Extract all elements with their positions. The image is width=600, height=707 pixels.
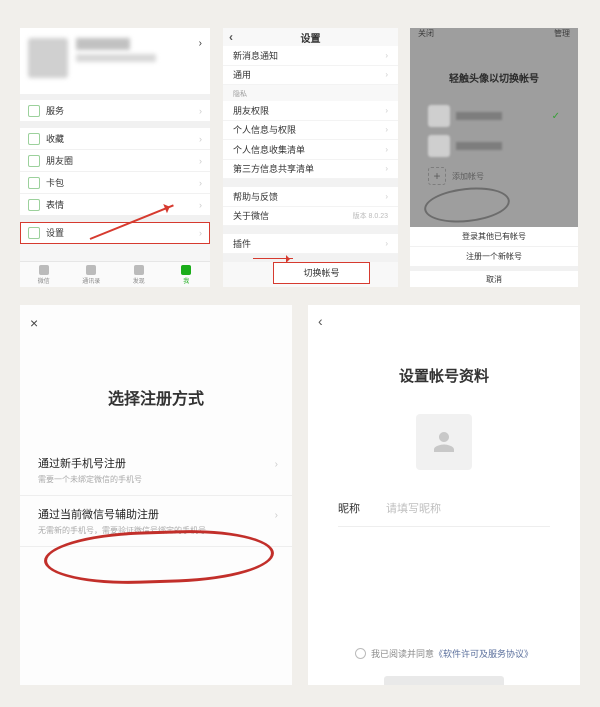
next-button[interactable]: 下一步 [384,676,504,685]
avatar [428,105,450,127]
action-sheet: 登录其他已有帐号 注册一个新帐号 取消 [410,227,578,287]
row-collect-list[interactable]: 个人信息收集清单› [223,140,398,160]
chevron-right-icon: › [199,134,202,144]
me-row-favorites[interactable]: 收藏 › [20,128,210,150]
nickname-label: 昵称 [338,500,386,516]
me-row-moments[interactable]: 朋友圈 › [20,150,210,172]
close-button[interactable]: 关闭 [418,28,434,44]
annotation-arrow [253,258,293,259]
me-row-stickers[interactable]: 表情 › [20,194,210,216]
avatar [428,135,450,157]
check-icon: ✓ [552,111,560,122]
person-icon [429,427,459,457]
register-title: 选择注册方式 [20,385,292,409]
discover-icon [134,265,144,275]
set-profile-screen: ‹ 设置帐号资料 昵称 请填写昵称 我已阅读并同意 《软件许可及服务协议》 下一… [308,305,580,685]
profile-header[interactable]: › [20,28,210,94]
label: 收藏 [46,132,64,145]
sheet-login-other[interactable]: 登录其他已有帐号 [410,227,578,247]
switch-title: 轻触头像以切换帐号 [410,70,578,85]
sheet-cancel[interactable]: 取消 [410,267,578,287]
row-friend-perm[interactable]: 朋友权限› [223,101,398,121]
tab-bar: 微信 通讯录 发现 我 [20,261,210,287]
chevron-right-icon: › [199,106,202,116]
row-about[interactable]: 关于微信版本 8.0.23 [223,207,398,227]
label: 表情 [46,198,64,211]
register-method-screen: × 选择注册方式 通过新手机号注册 需要一个未绑定微信的手机号 › 通过当前微信… [20,305,292,685]
switch-account-screen: 关闭 管理 轻触头像以切换帐号 ✓ + 添加帐号 登录其他已有帐号 注册一个新帐… [410,28,578,287]
chevron-right-icon: › [199,178,202,188]
option-subtitle: 需要一个未绑定微信的手机号 [38,474,274,485]
settings-header: ‹ 设置 [223,28,398,46]
label: 卡包 [46,176,64,189]
agreement-row[interactable]: 我已阅读并同意 《软件许可及服务协议》 [308,647,580,660]
label: 服务 [46,104,64,117]
me-row-cards[interactable]: 卡包 › [20,172,210,194]
stickers-icon [28,199,40,211]
back-icon[interactable]: ‹ [229,30,233,44]
chevron-right-icon: › [199,228,202,238]
account-item[interactable] [428,133,560,159]
chevron-right-icon: › [199,38,202,49]
profile-name-blur [76,38,130,50]
row-privacy[interactable]: 个人信息与权限› [223,121,398,141]
profile-name-block [76,38,199,62]
tab-discover[interactable]: 发现 [115,262,163,287]
account-name-blur [456,112,502,120]
chat-icon [39,265,49,275]
add-account-row[interactable]: + 添加帐号 [428,165,560,187]
agreement-checkbox[interactable] [355,648,366,659]
option-title: 通过新手机号注册 [38,455,274,471]
cards-icon [28,177,40,189]
chevron-right-icon: › [275,459,278,470]
gear-icon [28,227,40,239]
chevron-right-icon: › [199,156,202,166]
manage-button[interactable]: 管理 [554,28,570,44]
register-by-phone[interactable]: 通过新手机号注册 需要一个未绑定微信的手机号 › [20,445,292,496]
account-item[interactable]: ✓ [428,103,560,129]
settings-screen: ‹ 设置 新消息通知› 通用› 隐私 朋友权限› 个人信息与权限› 个人信息收集… [223,28,398,287]
option-title: 通过当前微信号辅助注册 [38,506,274,522]
avatar[interactable] [28,38,68,78]
tab-me[interactable]: 我 [163,262,211,287]
tab-contacts[interactable]: 通讯录 [68,262,116,287]
row-plugins[interactable]: 插件› [223,234,398,254]
row-notify[interactable]: 新消息通知› [223,46,398,66]
profile-id-blur [76,54,156,62]
back-icon[interactable]: ‹ [318,313,323,329]
close-icon[interactable]: × [30,315,38,331]
chevron-right-icon: › [199,200,202,210]
section-privacy-label: 隐私 [223,85,398,101]
row-general[interactable]: 通用› [223,66,398,86]
chevron-right-icon: › [275,510,278,521]
me-tab-screen: › 服务 › 收藏 › 朋友圈 › 卡包 › 表情 › [20,28,210,287]
services-icon [28,105,40,117]
sheet-register-new[interactable]: 注册一个新帐号 [410,247,578,267]
annotation-circle [422,184,511,227]
nickname-input[interactable]: 请填写昵称 [386,500,441,516]
agreement-link[interactable]: 《软件许可及服务协议》 [434,647,533,660]
contacts-icon [86,265,96,275]
agreement-pre: 我已阅读并同意 [371,647,434,660]
row-switch-account[interactable]: 切换帐号 [273,262,370,284]
avatar-picker[interactable] [416,414,472,470]
account-name-blur [456,142,502,150]
row-third-party[interactable]: 第三方信息共享清单› [223,160,398,180]
row-help[interactable]: 帮助与反馈› [223,187,398,207]
me-row-services[interactable]: 服务 › [20,100,210,122]
me-icon [181,265,191,275]
me-menu-list: 服务 › 收藏 › 朋友圈 › 卡包 › 表情 › 设置 › [20,94,210,244]
nickname-row[interactable]: 昵称 请填写昵称 [338,500,550,527]
me-row-settings[interactable]: 设置 › [20,222,210,244]
account-list: ✓ + 添加帐号 [428,103,560,187]
favorites-icon [28,133,40,145]
profile-title: 设置帐号资料 [308,365,580,386]
switch-top-bar: 关闭 管理 [410,28,578,44]
plus-icon: + [428,167,446,185]
label: 朋友圈 [46,154,73,167]
page-title: 设置 [301,30,321,45]
tab-chat[interactable]: 微信 [20,262,68,287]
moments-icon [28,155,40,167]
label: 设置 [46,226,64,239]
